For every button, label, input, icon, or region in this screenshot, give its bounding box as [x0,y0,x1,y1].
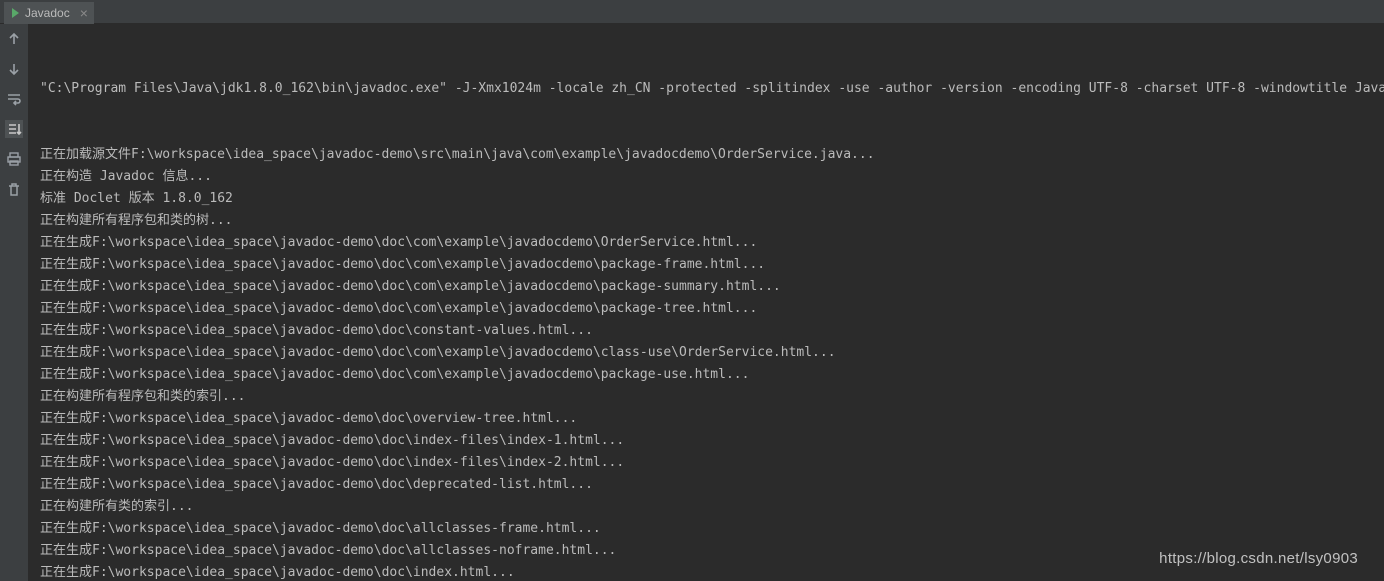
console-line: 正在生成F:\workspace\idea_space\javadoc-demo… [40,320,1372,342]
command-text: "C:\Program Files\Java\jdk1.8.0_162\bin\… [40,81,1384,96]
tab-label: Javadoc [25,6,70,20]
tab-bar: Javadoc × [0,0,1384,24]
console-line: 正在构建所有程序包和类的树... [40,210,1372,232]
run-icon [12,8,19,18]
console-line: 正在生成F:\workspace\idea_space\javadoc-demo… [40,452,1372,474]
clear-icon[interactable] [5,180,23,198]
console-line: 正在生成F:\workspace\idea_space\javadoc-demo… [40,298,1372,320]
console-line: 正在生成F:\workspace\idea_space\javadoc-demo… [40,518,1372,540]
soft-wrap-icon[interactable] [5,90,23,108]
console-line: 正在生成F:\workspace\idea_space\javadoc-demo… [40,254,1372,276]
console-line: 正在构建所有类的索引... [40,496,1372,518]
console-line: 正在生成F:\workspace\idea_space\javadoc-demo… [40,408,1372,430]
console-line: 正在生成F:\workspace\idea_space\javadoc-demo… [40,540,1372,562]
print-icon[interactable] [5,150,23,168]
console-line: 正在加载源文件F:\workspace\idea_space\javadoc-d… [40,144,1372,166]
console-line: 标准 Doclet 版本 1.8.0_162 [40,188,1372,210]
command-line: "C:\Program Files\Java\jdk1.8.0_162\bin\… [40,78,1372,100]
console-line: 正在构造 Javadoc 信息... [40,166,1372,188]
run-tool-window: "C:\Program Files\Java\jdk1.8.0_162\bin\… [0,24,1384,581]
tab-javadoc[interactable]: Javadoc × [4,2,94,24]
console-line: 正在生成F:\workspace\idea_space\javadoc-demo… [40,430,1372,452]
toolbar [0,24,28,581]
console-line: 正在生成F:\workspace\idea_space\javadoc-demo… [40,232,1372,254]
console-line: 正在生成F:\workspace\idea_space\javadoc-demo… [40,364,1372,386]
console-line: 正在生成F:\workspace\idea_space\javadoc-demo… [40,474,1372,496]
console-line: 正在生成F:\workspace\idea_space\javadoc-demo… [40,276,1372,298]
console-line: 正在生成F:\workspace\idea_space\javadoc-demo… [40,342,1372,364]
console-output[interactable]: "C:\Program Files\Java\jdk1.8.0_162\bin\… [28,24,1384,581]
scroll-to-end-icon[interactable] [5,120,23,138]
scroll-down-icon[interactable] [5,60,23,78]
scroll-up-icon[interactable] [5,30,23,48]
console-line: 正在构建所有程序包和类的索引... [40,386,1372,408]
close-icon[interactable]: × [76,6,88,20]
console-line: 正在生成F:\workspace\idea_space\javadoc-demo… [40,562,1372,581]
